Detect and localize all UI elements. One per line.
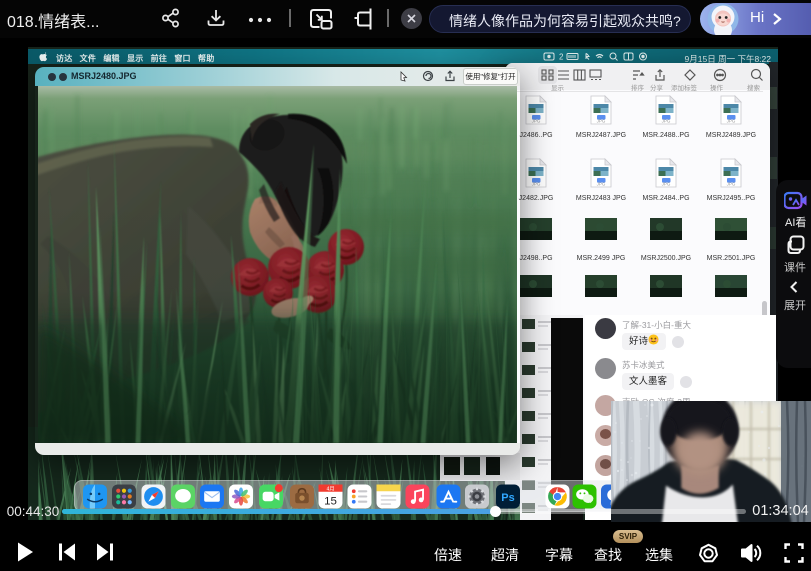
svg-text:JPG: JPG xyxy=(532,119,541,124)
svg-text:JPG: JPG xyxy=(662,119,671,124)
svg-text:JPG: JPG xyxy=(727,182,736,187)
svg-text:15: 15 xyxy=(324,495,337,507)
svg-text:JPG: JPG xyxy=(597,182,606,187)
svg-text:JPG: JPG xyxy=(532,182,541,187)
svg-text:JPG: JPG xyxy=(597,119,606,124)
svg-text:JPG: JPG xyxy=(727,119,736,124)
svg-text:JPG: JPG xyxy=(662,182,671,187)
svg-text:Ps: Ps xyxy=(501,492,514,504)
svg-text:2: 2 xyxy=(559,53,564,62)
svg-text:4月: 4月 xyxy=(326,486,334,493)
